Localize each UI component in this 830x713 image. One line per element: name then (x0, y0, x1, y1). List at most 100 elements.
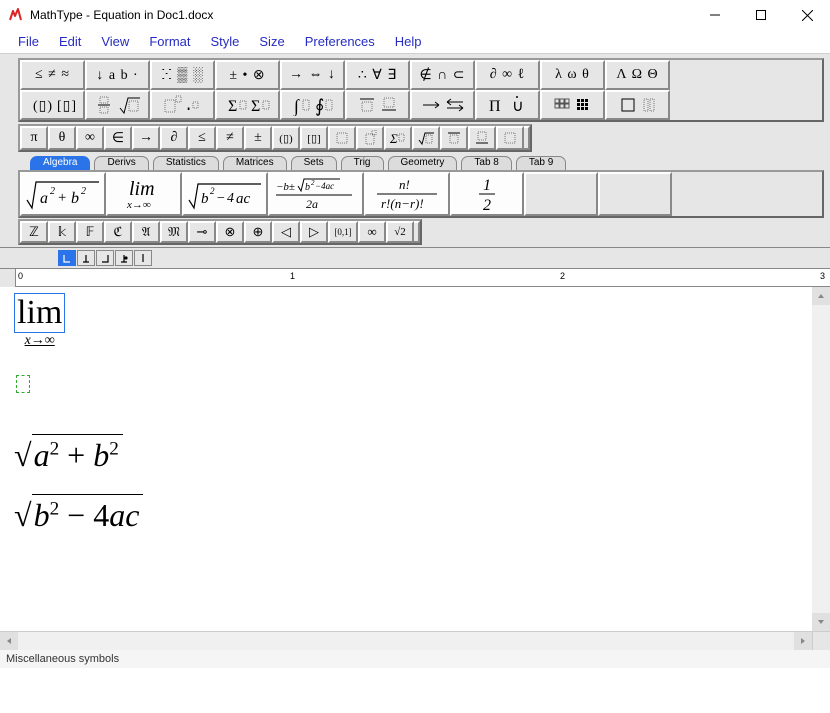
equation-sqrt-discriminant[interactable]: √b2 − 4ac (14, 497, 143, 534)
menu-edit[interactable]: Edit (49, 30, 91, 54)
sym-infinity[interactable]: ∞ (76, 126, 104, 150)
bar-templates-palette[interactable] (345, 90, 410, 120)
sym-arrow[interactable]: → (132, 126, 160, 150)
tmpl-slot1[interactable] (328, 126, 356, 150)
tab-8[interactable]: Tab 8 (461, 156, 511, 170)
menu-help[interactable]: Help (385, 30, 432, 54)
greek-uppercase-palette[interactable]: Λ Ω Θ (605, 60, 670, 90)
summation-templates-palette[interactable]: ΣΣ (215, 90, 280, 120)
tab-stop-bar-type[interactable] (134, 250, 152, 266)
box-templates-palette[interactable] (605, 90, 670, 120)
menu-view[interactable]: View (91, 30, 139, 54)
menu-file[interactable]: File (8, 30, 49, 54)
tab-sets[interactable]: Sets (291, 156, 337, 170)
tmpl-parens[interactable]: (▯) (272, 126, 300, 150)
tmpl-slot2[interactable] (356, 126, 384, 150)
close-button[interactable] (784, 0, 830, 30)
misc-symbols-palette[interactable]: ∂ ∞ ℓ (475, 60, 540, 90)
menu-style[interactable]: Style (200, 30, 249, 54)
template-slot-empty-1[interactable] (524, 172, 598, 216)
tab-geometry[interactable]: Geometry (388, 156, 458, 170)
vertical-scrollbar[interactable] (812, 287, 830, 631)
sym-pi[interactable]: π (20, 126, 48, 150)
status-text: Miscellaneous symbols (6, 653, 119, 665)
greek-lowercase-palette[interactable]: λ ω θ (540, 60, 605, 90)
logical-symbols-palette[interactable]: ∴ ∀ ∃ (345, 60, 410, 90)
sym-partial[interactable]: ∂ (160, 126, 188, 150)
quadratic-formula-template[interactable]: −b±b2−4ac2a (268, 172, 364, 216)
embellishments-palette[interactable]: ⵘ ▒ ░ (150, 60, 215, 90)
sym-root2[interactable]: √2 (386, 221, 414, 243)
sym-plusminus[interactable]: ± (244, 126, 272, 150)
sym-integers[interactable]: ℤ (20, 221, 48, 243)
one-half-template[interactable]: 12 (450, 172, 524, 216)
tab-derivs[interactable]: Derivs (94, 156, 148, 170)
sym-lollipop[interactable]: ⊸ (188, 221, 216, 243)
menu-format[interactable]: Format (139, 30, 200, 54)
menu-preferences[interactable]: Preferences (295, 30, 385, 54)
set-theory-symbols-palette[interactable]: ∉ ∩ ⊂ (410, 60, 475, 90)
maximize-button[interactable] (738, 0, 784, 30)
parentheses-templates-palette[interactable]: (▯)[▯] (20, 90, 85, 120)
arrow-templates-palette[interactable] (410, 90, 475, 120)
discriminant-template[interactable]: b2−4ac (182, 172, 268, 216)
tmpl-slot3[interactable] (496, 126, 524, 150)
tab-matrices[interactable]: Matrices (223, 156, 287, 170)
tmpl-overbar[interactable] (440, 126, 468, 150)
equation-sqrt-a2-b2[interactable]: √a2 + b2 (14, 437, 123, 474)
matrix-templates-palette[interactable] (540, 90, 605, 120)
integral-templates-palette[interactable]: ∫∮ (280, 90, 345, 120)
sym-interval[interactable]: [0,1] (328, 221, 358, 243)
tmpl-sum[interactable]: Σ (384, 126, 412, 150)
operator-symbols-palette[interactable]: ± • ⊗ (215, 60, 280, 90)
tab-stop-right[interactable] (96, 250, 114, 266)
sym-fraktur-a[interactable]: 𝔄 (132, 221, 160, 243)
tab-9[interactable]: Tab 9 (516, 156, 566, 170)
sym-oplus[interactable]: ⊕ (244, 221, 272, 243)
var-ac: ac (109, 497, 139, 533)
sym-fraktur-c[interactable]: ℭ (104, 221, 132, 243)
subscript-superscript-templates-palette[interactable]: ∎ (150, 90, 215, 120)
tab-statistics[interactable]: Statistics (153, 156, 219, 170)
pythagoras-template[interactable]: a2+b2 (20, 172, 106, 216)
tmpl-underbar[interactable] (468, 126, 496, 150)
tab-stop-bar (0, 248, 830, 269)
sym-infinity-2[interactable]: ∞ (358, 221, 386, 243)
arrow-symbols-palette[interactable]: → ⇔ ↓ (280, 60, 345, 90)
sym-notequal[interactable]: ≠ (216, 126, 244, 150)
tab-stop-left[interactable] (58, 250, 76, 266)
equation-editor[interactable]: lim x→∞ √a2 + b2 √b2 − 4ac (0, 287, 830, 632)
sym-fraktur-m[interactable]: 𝔐 (160, 221, 188, 243)
scroll-left-icon[interactable] (0, 632, 18, 650)
sym-lessequal[interactable]: ≤ (188, 126, 216, 150)
tab-algebra[interactable]: Algebra (30, 156, 90, 170)
sym-triangle-right[interactable]: ▷ (300, 221, 328, 243)
menu-size[interactable]: Size (249, 30, 294, 54)
product-templates-palette[interactable]: Π∪ (475, 90, 540, 120)
tmpl-sqrt[interactable] (412, 126, 440, 150)
combination-template[interactable]: n!r!(n−r)! (364, 172, 450, 216)
empty-slot[interactable] (16, 375, 30, 393)
sym-theta[interactable]: θ (48, 126, 76, 150)
ruler[interactable]: 0 1 2 3 (0, 269, 830, 287)
horizontal-scrollbar[interactable] (0, 632, 830, 650)
sym-field-f[interactable]: 𝔽 (76, 221, 104, 243)
equation-limit[interactable]: lim x→∞ (14, 293, 65, 349)
minimize-button[interactable] (692, 0, 738, 30)
tab-trig[interactable]: Trig (341, 156, 384, 170)
relational-symbols-palette[interactable]: ≤ ≠ ≈ (20, 60, 85, 90)
scroll-down-icon[interactable] (812, 613, 830, 631)
fraction-radical-templates-palette[interactable] (85, 90, 150, 120)
limit-template[interactable]: limx→∞ (106, 172, 182, 216)
scroll-up-icon[interactable] (812, 287, 830, 305)
sym-field-k[interactable]: 𝕜 (48, 221, 76, 243)
template-slot-empty-2[interactable] (598, 172, 672, 216)
sym-triangle-left[interactable]: ◁ (272, 221, 300, 243)
sym-element[interactable]: ∈ (104, 126, 132, 150)
scroll-right-icon[interactable] (794, 632, 812, 650)
sym-otimes[interactable]: ⊗ (216, 221, 244, 243)
tmpl-brackets[interactable]: [▯] (300, 126, 328, 150)
tab-stop-decimal[interactable] (115, 250, 133, 266)
tab-stop-center[interactable] (77, 250, 95, 266)
spaces-ellipses-palette[interactable]: ↓ a b ⋅ (85, 60, 150, 90)
